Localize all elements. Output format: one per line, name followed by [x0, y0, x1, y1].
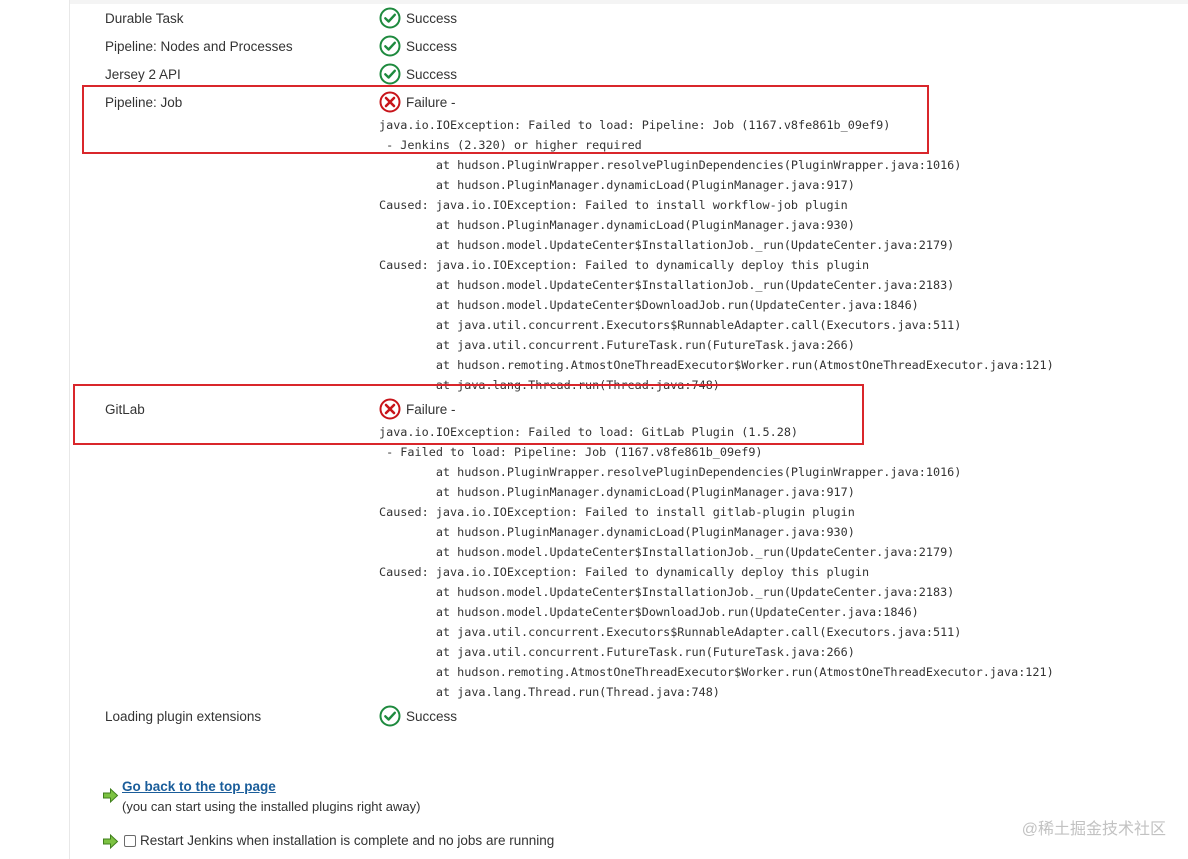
check-circle-icon — [379, 63, 401, 85]
status-cell: Success — [379, 35, 457, 57]
top-scroll-edge — [70, 0, 1188, 4]
plugin-name: Durable Task — [105, 11, 184, 26]
restart-label[interactable]: Restart Jenkins when installation is com… — [140, 833, 554, 848]
green-arrow-icon — [103, 833, 119, 850]
restart-checkbox[interactable] — [124, 835, 136, 847]
status-text: Success — [406, 66, 458, 82]
restart-row: Restart Jenkins when installation is com… — [102, 833, 554, 850]
status-text: Success — [406, 38, 458, 54]
plugin-name: Loading plugin extensions — [105, 709, 262, 724]
status-cell: Success — [379, 705, 457, 727]
error-highlight-box — [73, 384, 864, 445]
status-cell: Success — [379, 63, 457, 85]
error-stack-trace: java.io.IOException: Failed to load: Pip… — [379, 118, 1054, 392]
plugin-name: Pipeline: Nodes and Processes — [105, 39, 293, 54]
status-text: Success — [406, 10, 458, 26]
status-text: Success — [406, 708, 458, 724]
status-cell: Success — [379, 7, 457, 29]
check-circle-icon — [379, 35, 401, 57]
error-highlight-box — [82, 85, 929, 154]
green-arrow-icon — [103, 787, 119, 804]
check-circle-icon — [379, 7, 401, 29]
back-link-row: Go back to the top page (you can start u… — [102, 778, 420, 814]
back-link-block: Go back to the top page (you can start u… — [122, 778, 420, 814]
back-link-note: (you can start using the installed plugi… — [122, 799, 421, 814]
error-stack-trace: java.io.IOException: Failed to load: Git… — [379, 425, 1054, 699]
go-back-top-link[interactable]: Go back to the top page — [122, 779, 276, 794]
check-circle-icon — [379, 705, 401, 727]
watermark-text: @稀土掘金技术社区 — [1021, 821, 1166, 838]
plugin-name: Jersey 2 API — [105, 67, 181, 82]
left-sidebar-rail — [0, 0, 70, 859]
